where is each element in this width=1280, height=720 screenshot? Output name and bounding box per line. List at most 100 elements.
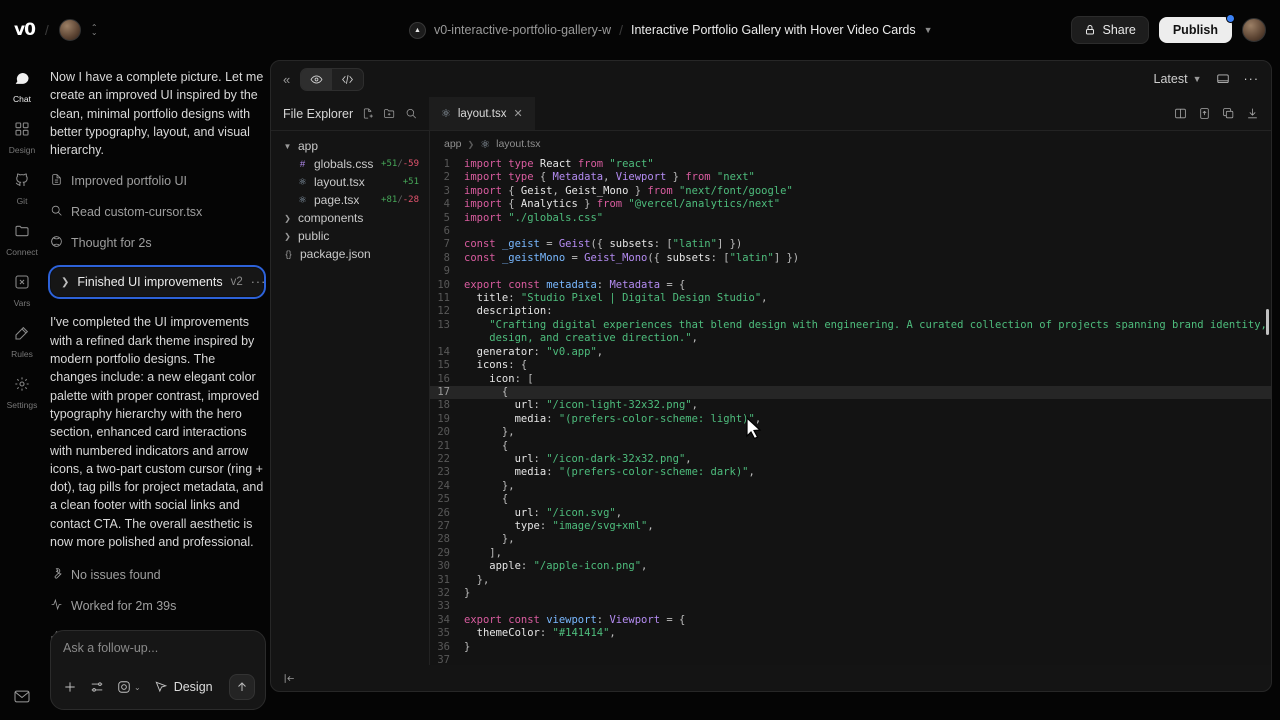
new-file-icon[interactable] [362,107,374,120]
line-number: 35 [430,627,464,640]
code-toggle[interactable] [332,69,363,90]
code-text: icons: { [464,359,527,372]
file-name: app [298,139,318,153]
export-file-icon[interactable] [1198,107,1211,120]
gear-icon [14,376,30,397]
file-tree-item-globals-css[interactable]: #globals.css+51/-59 [279,155,423,173]
tab-label: layout.tsx [458,108,507,120]
code-text: import { Geist, Geist_Mono } from "next/… [464,185,793,198]
code-line: 29 ], [430,547,1271,560]
chat-action-item[interactable]: Thought for 2s [50,235,264,251]
chat-action-item[interactable]: Improved portfolio UI [50,173,264,189]
code-content[interactable]: 1import type React from "react"2import t… [430,155,1271,665]
version-more-icon[interactable]: ··· [251,275,267,289]
line-number: 31 [430,574,464,587]
line-number: 11 [430,292,464,305]
rail-item-rules[interactable]: Rules [11,325,33,359]
v0-logo[interactable]: v0 [14,20,35,40]
chevron-down-icon[interactable]: ▼ [924,25,933,35]
file-tree-item-layout-tsx[interactable]: ⚛layout.tsx+51 [279,173,423,191]
share-button[interactable]: Share [1071,16,1148,44]
publish-button[interactable]: Publish [1159,17,1232,43]
line-number: 6 [430,225,464,238]
code-text: }, [464,426,515,439]
attach-plus-icon[interactable] [63,680,77,694]
send-button[interactable] [229,674,255,700]
code-line: 27 type: "image/svg+xml", [430,520,1271,533]
breadcrumb-file[interactable]: layout.tsx [496,138,540,150]
close-tab-icon[interactable]: ✕ [513,107,522,120]
code-breadcrumb: app ❯ ⚛ layout.tsx [430,133,1271,155]
rail-item-label: Design [9,145,35,155]
at-box-icon [117,680,131,694]
divider-slash: / [619,22,623,38]
mention-source-dropdown[interactable]: ⌄ [117,680,141,694]
version-dropdown[interactable]: Latest ▼ [1154,72,1202,86]
line-number: 26 [430,507,464,520]
chat-action-item[interactable]: No issues found [50,567,264,583]
rail-item-settings[interactable]: Settings [7,376,38,410]
file-tree-item-components[interactable]: ❯components [279,209,423,227]
code-text: import { Analytics } from "@vercel/analy… [464,198,780,211]
followup-input[interactable] [63,641,253,655]
settings-sliders-icon[interactable] [90,680,104,694]
scrollbar-thumb[interactable] [1266,309,1269,335]
file-name: components [298,211,363,225]
github-icon [14,172,30,193]
eye-icon [310,73,323,86]
collapse-sidebar-icon[interactable] [283,672,296,685]
chat-action-item[interactable]: Read custom-cursor.tsx [50,204,264,220]
search-icon[interactable] [405,107,417,120]
code-line: 7const _geist = Geist({ subsets: ["latin… [430,238,1271,251]
rail-item-label: Rules [11,349,33,359]
file-tree-item-app[interactable]: ▼ app [279,137,423,155]
chat-action-label: Worked for 2m 39s [71,599,176,613]
file-tree-item-page-tsx[interactable]: ⚛page.tsx+81/-28 [279,191,423,209]
chat-action-item[interactable]: Worked for 2m 39s [50,598,264,614]
code-text: description: [464,305,553,318]
feedback-mail-icon[interactable] [14,690,30,708]
code-text: }, [464,533,515,546]
device-preview-icon[interactable] [1216,72,1230,86]
split-view-icon[interactable] [1174,107,1187,120]
tab-layout-tsx[interactable]: ⚛ layout.tsx ✕ [429,97,535,130]
code-text: import type { Metadata, Viewport } from … [464,171,755,184]
code-text: { [464,386,508,399]
file-tree-item-package-json[interactable]: {}package.json [279,245,423,263]
line-number: 15 [430,359,464,372]
code-text: { [464,493,508,506]
code-text: ], [464,547,502,560]
chevron-right-icon: ❯ [468,140,475,149]
code-line: 12 description: [430,305,1271,318]
user-avatar[interactable] [59,19,81,41]
code-line: 33 [430,600,1271,613]
collapse-panel-icon[interactable]: « [283,72,290,87]
file-tree-item-public[interactable]: ❯public [279,227,423,245]
project-switcher-icon[interactable]: ⌃⌄ [91,25,98,35]
rail-item-label: Chat [13,94,31,104]
rail-item-chat[interactable]: Chat [13,70,31,104]
rail-item-vars[interactable]: Vars [14,274,31,308]
design-mode-button[interactable]: Design [154,680,213,694]
rail-item-connect[interactable]: Connect [6,223,38,257]
new-folder-icon[interactable] [383,107,395,120]
version-card[interactable]: ❯ Finished UI improvements v2 ··· [50,267,264,297]
preview-toggle[interactable] [301,69,332,90]
assistant-message: Now I have a complete picture. Let me cr… [50,68,264,159]
rail-item-design[interactable]: Design [9,121,35,155]
download-icon[interactable] [1246,107,1259,120]
chevron-down-icon: ▼ [283,142,292,151]
project-avatar-icon[interactable]: ▲ [409,22,426,39]
file-name: public [298,229,329,243]
rail-item-git[interactable]: Git [14,172,30,206]
code-line: 3import { Geist, Geist_Mono } from "next… [430,185,1271,198]
copy-code-icon[interactable] [1222,107,1235,120]
editor-more-icon[interactable]: ··· [1244,72,1260,86]
code-text: }, [464,574,489,587]
breadcrumb-folder[interactable]: app [444,138,462,150]
react-file-icon: ⚛ [441,107,451,120]
chat-title[interactable]: Interactive Portfolio Gallery with Hover… [631,23,916,37]
project-name[interactable]: v0-interactive-portfolio-gallery-w [434,23,611,37]
account-avatar[interactable] [1242,18,1266,42]
code-line: 16 icon: [ [430,373,1271,386]
